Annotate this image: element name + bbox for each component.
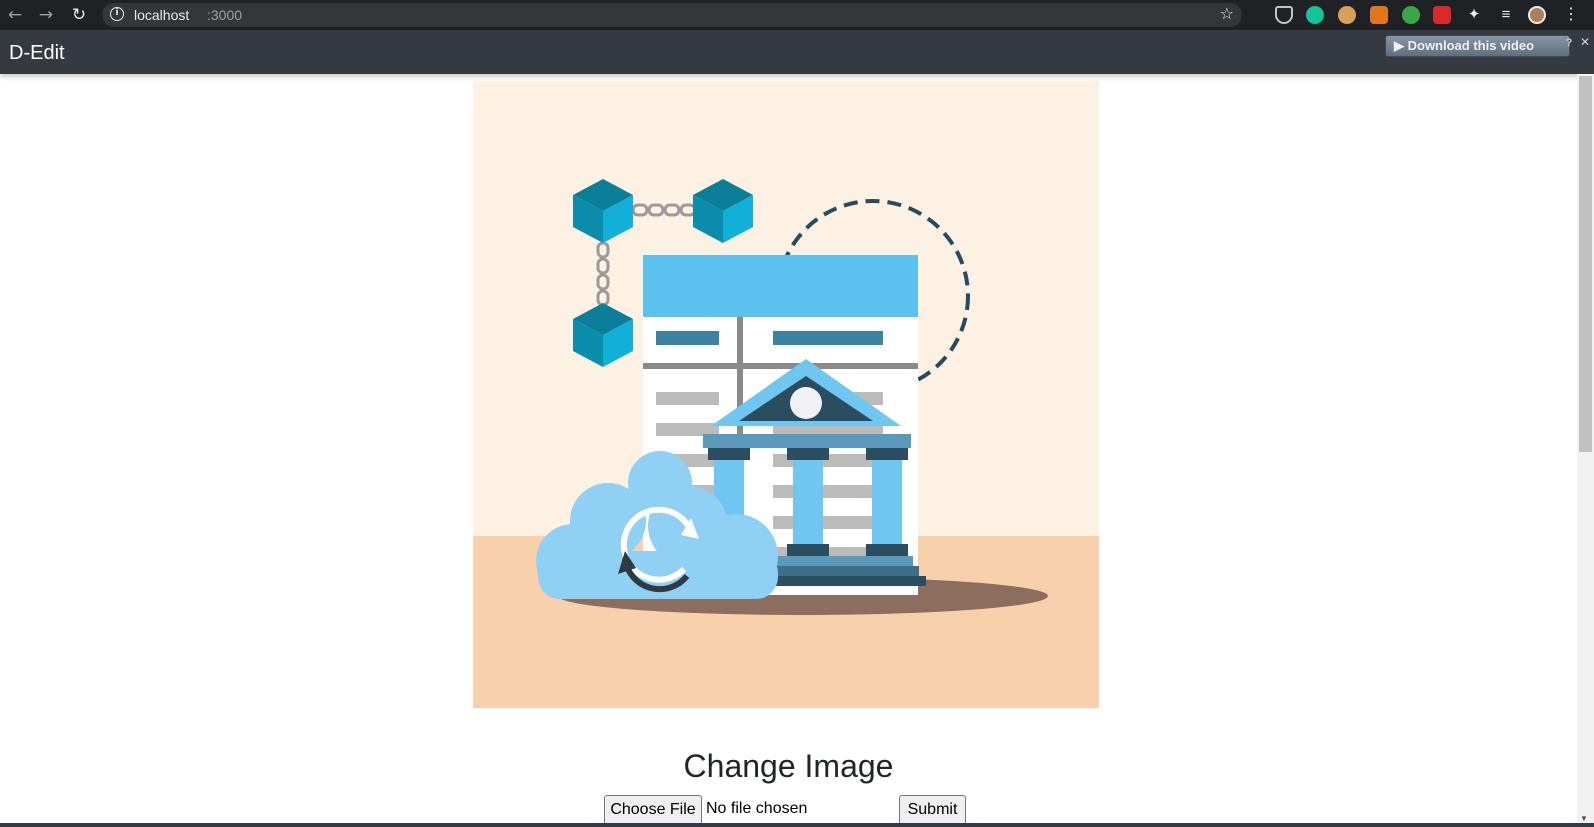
brand-title[interactable]: D-Edit <box>9 42 65 65</box>
hero-image <box>473 81 1099 708</box>
address-bar[interactable]: i localhost :3000 ☆ <box>102 3 1242 27</box>
red-extension-icon[interactable] <box>1433 6 1451 24</box>
forward-icon[interactable]: → <box>35 4 57 26</box>
app-navbar: D-Edit ▶ Download this video ? ✕ <box>0 30 1594 74</box>
submit-button[interactable]: Submit <box>899 795 966 825</box>
help-icon[interactable]: ? <box>1562 37 1576 53</box>
back-icon[interactable]: ← <box>4 4 26 26</box>
close-icon[interactable]: ✕ <box>1578 35 1592 51</box>
scroll-down-icon[interactable]: ▼ <box>1580 814 1588 823</box>
scrollbar[interactable]: ▼ <box>1577 74 1594 827</box>
file-status-text: No file chosen <box>706 800 808 817</box>
menu-icon[interactable]: ⋮ <box>1562 6 1580 24</box>
scrollbar-thumb[interactable] <box>1579 76 1592 452</box>
reload-icon[interactable]: ↻ <box>68 4 90 26</box>
profile-avatar[interactable] <box>1528 6 1546 24</box>
grammarly-extension-icon[interactable] <box>1306 6 1324 24</box>
hero-illustration <box>473 81 1099 708</box>
url-host: localhost <box>134 7 190 23</box>
metamask-extension-icon[interactable] <box>1370 6 1388 24</box>
extensions-icon[interactable]: ✦ <box>1465 6 1483 24</box>
reading-list-icon[interactable]: ≡ <box>1497 6 1515 24</box>
star-icon[interactable]: ☆ <box>1220 4 1234 23</box>
browser-toolbar: ← → ↻ i localhost :3000 ☆ ✦ ≡ ⋮ <box>0 0 1594 30</box>
cookie-extension-icon[interactable] <box>1338 6 1356 24</box>
download-video-button[interactable]: ▶ Download this video <box>1385 35 1570 57</box>
green-extension-icon[interactable] <box>1402 6 1420 24</box>
page-title: Change Image <box>683 748 894 784</box>
choose-file-button[interactable]: Choose File <box>604 795 702 825</box>
bottom-strip <box>0 823 1594 827</box>
info-icon[interactable]: i <box>110 7 124 21</box>
url-port: :3000 <box>207 7 243 23</box>
shield-extension-icon[interactable] <box>1275 6 1293 24</box>
